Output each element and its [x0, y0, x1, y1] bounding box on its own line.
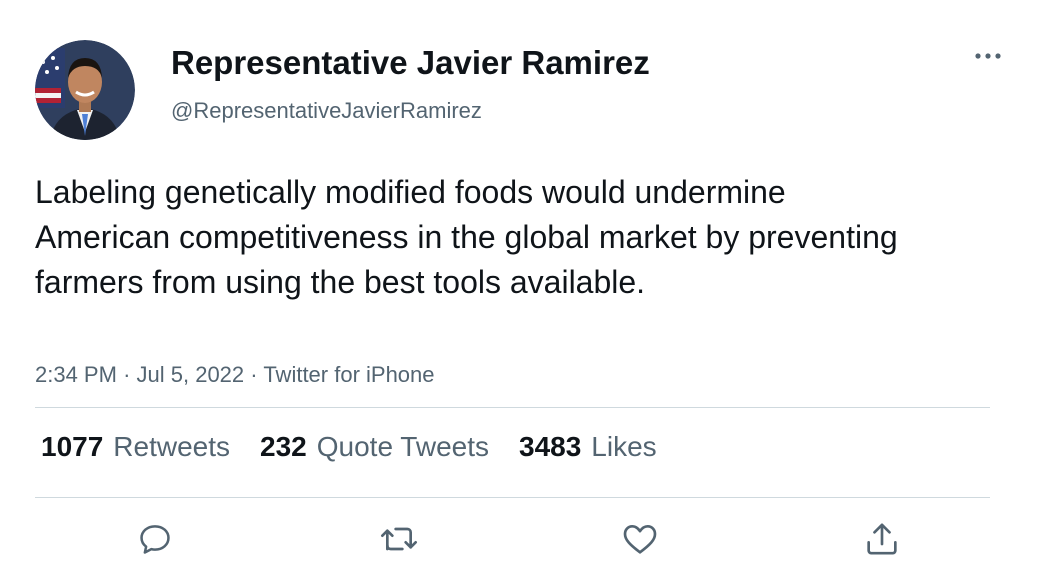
likes-stat[interactable]: 3483 Likes	[519, 431, 657, 463]
quote-tweets-count: 232	[260, 431, 307, 462]
quote-tweets-stat[interactable]: 232 Quote Tweets	[260, 431, 489, 463]
share-icon	[867, 523, 897, 555]
avatar[interactable]	[35, 40, 135, 140]
share-button[interactable]	[861, 518, 903, 560]
likes-label: Likes	[591, 431, 657, 462]
likes-count: 3483	[519, 431, 582, 462]
retweets-stat[interactable]: 1077 Retweets	[41, 431, 230, 463]
retweets-count: 1077	[41, 431, 104, 462]
like-button[interactable]	[619, 518, 661, 560]
tweet-meta: 2:34 PM · Jul 5, 2022 · Twitter for iPho…	[35, 362, 435, 388]
tweet-source[interactable]: Twitter for iPhone	[263, 362, 434, 387]
divider	[35, 407, 990, 408]
meta-separator: ·	[123, 362, 137, 387]
tweet-stats: 1077 Retweets 232 Quote Tweets 3483 Like…	[41, 431, 687, 463]
more-icon	[975, 53, 1001, 59]
display-name[interactable]: Representative Javier Ramirez	[171, 44, 650, 82]
tweet-date[interactable]: Jul 5, 2022	[137, 362, 245, 387]
reply-icon	[140, 525, 170, 554]
avatar-image	[35, 40, 135, 140]
reply-button[interactable]	[134, 518, 176, 560]
user-handle[interactable]: @RepresentativeJavierRamirez	[171, 98, 482, 124]
retweet-icon	[381, 527, 417, 551]
like-icon	[623, 525, 657, 554]
more-options-button[interactable]	[968, 44, 1008, 68]
quote-tweets-label: Quote Tweets	[316, 431, 489, 462]
tweet-text: Labeling genetically modified foods woul…	[35, 174, 898, 300]
meta-separator: ·	[250, 362, 264, 387]
divider	[35, 497, 990, 498]
retweet-button[interactable]	[378, 518, 420, 560]
tweet-time[interactable]: 2:34 PM	[35, 362, 117, 387]
retweets-label: Retweets	[113, 431, 231, 462]
